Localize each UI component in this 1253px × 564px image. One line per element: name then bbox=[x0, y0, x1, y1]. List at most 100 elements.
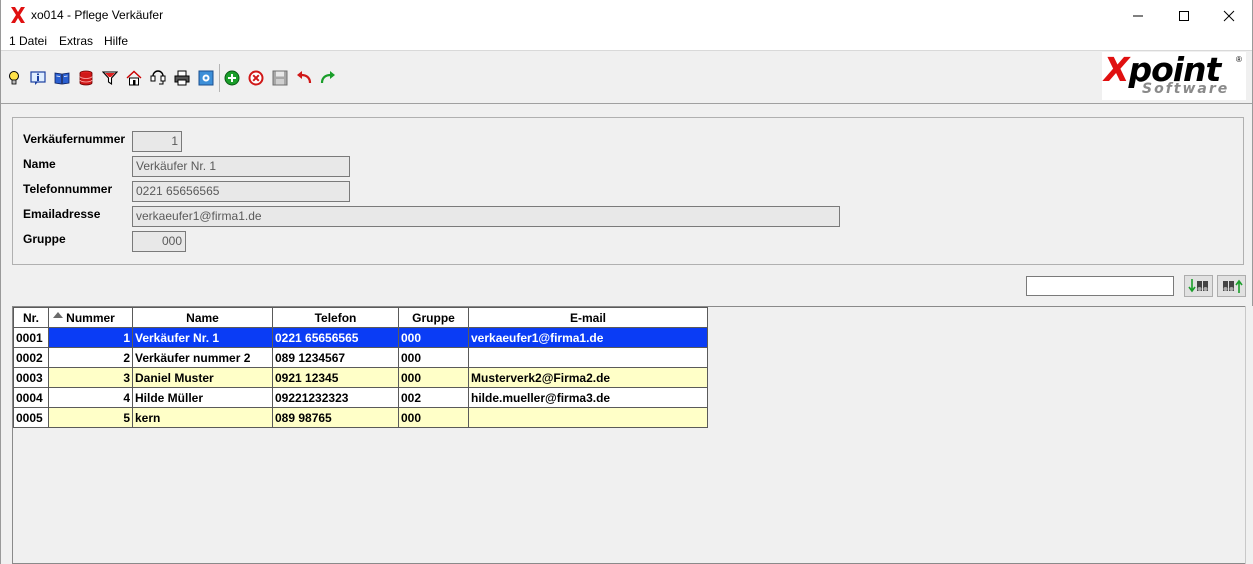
undo-icon bbox=[297, 71, 312, 84]
cell-nummer: 3 bbox=[48, 367, 133, 388]
database-icon bbox=[79, 70, 93, 86]
column-header-email[interactable]: E-mail bbox=[468, 307, 708, 328]
cell-email: verkaeufer1@firma1.de bbox=[468, 327, 708, 348]
grid-vertical-scrollbar[interactable] bbox=[1245, 306, 1253, 564]
column-header-nummer-label: Nummer bbox=[66, 310, 115, 325]
column-header-gruppe[interactable]: Gruppe bbox=[398, 307, 469, 328]
table-row[interactable]: 0005 5 kern 089 98765 000 bbox=[13, 407, 708, 428]
cell-gruppe: 002 bbox=[398, 387, 469, 408]
table-row[interactable]: 0003 3 Daniel Muster 0921 12345 000 Must… bbox=[13, 367, 708, 388]
lightbulb-icon bbox=[9, 71, 19, 85]
maximize-icon bbox=[1179, 10, 1189, 21]
maximize-button[interactable] bbox=[1161, 0, 1207, 31]
menu-extras[interactable]: Extras bbox=[59, 34, 93, 48]
table-header-row: Nr. Nummer Name Telefon Gruppe E-mail bbox=[13, 307, 708, 328]
cell-name: Verkäufer Nr. 1 bbox=[132, 327, 273, 348]
add-icon bbox=[224, 70, 240, 86]
cell-nr: 0005 bbox=[13, 407, 49, 428]
app-window: xo014 - Pflege Verkäufer 1 Datei Extras … bbox=[0, 0, 1253, 564]
print-icon bbox=[174, 70, 190, 86]
logo-registered: ® bbox=[1236, 55, 1242, 64]
cell-email bbox=[468, 407, 708, 428]
filter-icon bbox=[102, 71, 118, 86]
close-button[interactable] bbox=[1206, 0, 1252, 31]
search-down-button[interactable] bbox=[1184, 275, 1213, 297]
connect-icon bbox=[150, 70, 166, 85]
column-header-name[interactable]: Name bbox=[132, 307, 273, 328]
cell-telefon: 089 98765 bbox=[272, 407, 399, 428]
minimize-button[interactable] bbox=[1115, 0, 1161, 31]
lightbulb-button[interactable] bbox=[4, 68, 24, 88]
filter-button[interactable] bbox=[100, 68, 120, 88]
cell-nr: 0001 bbox=[13, 327, 49, 348]
delete-icon bbox=[248, 70, 264, 86]
save-button[interactable] bbox=[270, 68, 290, 88]
close-icon bbox=[1223, 10, 1235, 21]
cell-nummer: 1 bbox=[48, 327, 133, 348]
cell-name: Hilde Müller bbox=[132, 387, 273, 408]
connect-button[interactable] bbox=[148, 68, 168, 88]
table-row[interactable]: 0004 4 Hilde Müller 09221232323 002 hild… bbox=[13, 387, 708, 408]
verkaeufernummer-field[interactable]: 1 bbox=[132, 131, 182, 152]
gruppe-field[interactable]: 000 bbox=[132, 231, 186, 252]
cell-name: kern bbox=[132, 407, 273, 428]
app-logo-icon bbox=[11, 7, 25, 23]
window-title: xo014 - Pflege Verkäufer bbox=[31, 8, 164, 22]
cell-telefon: 0921 12345 bbox=[272, 367, 399, 388]
cell-name: Verkäufer nummer 2 bbox=[132, 347, 273, 368]
logo-subtitle: Software bbox=[1142, 81, 1230, 97]
cell-nr: 0004 bbox=[13, 387, 49, 408]
cell-nummer: 4 bbox=[48, 387, 133, 408]
search-up-button[interactable] bbox=[1217, 275, 1246, 297]
verkaeufer-table: Nr. Nummer Name Telefon Gruppe E-mail 00… bbox=[13, 307, 708, 428]
add-button[interactable] bbox=[222, 68, 242, 88]
cell-telefon: 09221232323 bbox=[272, 387, 399, 408]
print-button[interactable] bbox=[172, 68, 192, 88]
redo-icon bbox=[320, 71, 335, 84]
search-input[interactable] bbox=[1026, 276, 1174, 296]
cell-email bbox=[468, 347, 708, 368]
toolbar-separator bbox=[219, 64, 220, 92]
menu-hilfe[interactable]: Hilfe bbox=[104, 34, 128, 48]
sort-asc-icon bbox=[53, 312, 63, 318]
cell-name: Daniel Muster bbox=[132, 367, 273, 388]
info-icon bbox=[30, 71, 46, 85]
book-button[interactable] bbox=[52, 68, 72, 88]
cell-nummer: 5 bbox=[48, 407, 133, 428]
menu-datei[interactable]: 1 Datei bbox=[9, 34, 47, 48]
column-header-telefon[interactable]: Telefon bbox=[272, 307, 399, 328]
cell-gruppe: 000 bbox=[398, 407, 469, 428]
home-button[interactable] bbox=[124, 68, 144, 88]
save-icon bbox=[272, 70, 288, 86]
delete-button[interactable] bbox=[246, 68, 266, 88]
table-row[interactable]: 0001 1 Verkäufer Nr. 1 0221 65656565 000… bbox=[13, 327, 708, 348]
home-icon bbox=[126, 70, 142, 86]
toolbar: Xpoint Software ® bbox=[1, 50, 1252, 104]
emailadresse-field[interactable]: verkaeufer1@firma1.de bbox=[132, 206, 840, 227]
cell-email: Musterverk2@Firma2.de bbox=[468, 367, 708, 388]
telefonnummer-field[interactable]: 0221 65656565 bbox=[132, 181, 350, 202]
database-button[interactable] bbox=[76, 68, 96, 88]
data-grid: Nr. Nummer Name Telefon Gruppe E-mail 00… bbox=[12, 306, 1246, 564]
name-field[interactable]: Verkäufer Nr. 1 bbox=[132, 156, 350, 177]
cell-telefon: 0221 65656565 bbox=[272, 327, 399, 348]
cell-nr: 0003 bbox=[13, 367, 49, 388]
column-header-nummer[interactable]: Nummer bbox=[48, 307, 133, 328]
label-telefonnummer: Telefonnummer bbox=[23, 182, 113, 196]
xpoint-logo: Xpoint Software ® bbox=[1102, 50, 1246, 100]
label-gruppe: Gruppe bbox=[23, 232, 66, 246]
label-verkaeufernummer: Verkäufernummer bbox=[23, 132, 126, 146]
redo-button[interactable] bbox=[318, 68, 338, 88]
cell-gruppe: 000 bbox=[398, 327, 469, 348]
title-bar: xo014 - Pflege Verkäufer bbox=[1, 0, 1252, 31]
screen-button[interactable] bbox=[196, 68, 216, 88]
undo-button[interactable] bbox=[294, 68, 314, 88]
table-row[interactable]: 0002 2 Verkäufer nummer 2 089 1234567 00… bbox=[13, 347, 708, 368]
binoculars-down-icon bbox=[1187, 279, 1208, 293]
label-name: Name bbox=[23, 157, 56, 171]
cell-telefon: 089 1234567 bbox=[272, 347, 399, 368]
menu-bar: 1 Datei Extras Hilfe bbox=[1, 31, 1252, 51]
info-button[interactable] bbox=[28, 68, 48, 88]
form-panel: Verkäufernummer 1 Name Verkäufer Nr. 1 T… bbox=[12, 117, 1244, 265]
column-header-nr[interactable]: Nr. bbox=[13, 307, 49, 328]
